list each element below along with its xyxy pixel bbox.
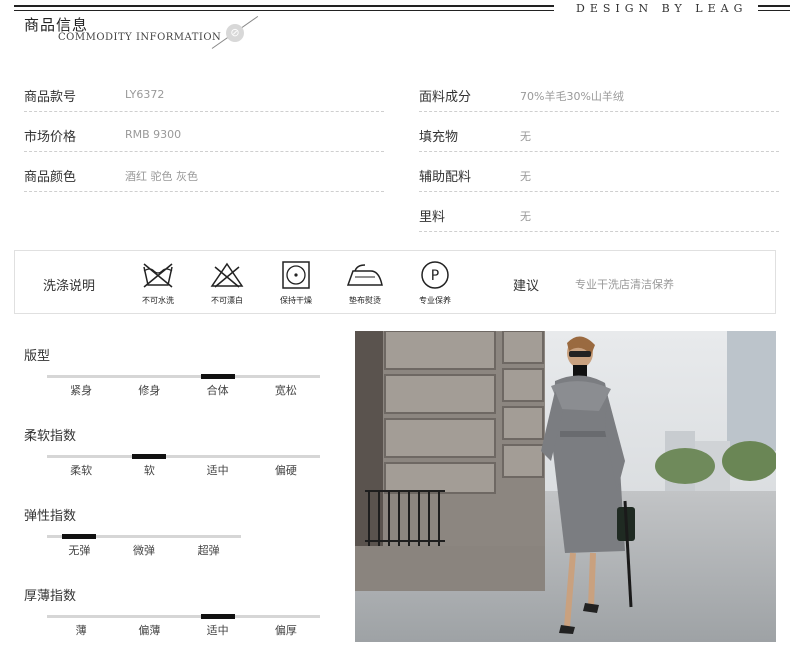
info-value: RMB 9300 xyxy=(125,128,182,141)
scale-option-label: 偏硬 xyxy=(274,464,297,477)
brand-tagline: DESIGN BY LEAG xyxy=(576,2,748,15)
brand-rule-thin xyxy=(758,10,790,11)
info-label: 市场价格 xyxy=(24,130,77,145)
care-item-no-wash: 不可水洗 xyxy=(128,261,188,306)
info-value: 无 xyxy=(520,130,531,143)
header-rule-thin xyxy=(14,10,554,11)
tumble-dry-icon xyxy=(282,261,310,289)
scale-option-label: 偏厚 xyxy=(274,624,297,637)
scale-option-label: 微弹 xyxy=(133,544,155,557)
care-instructions-panel: 洗涤说明 不可水洗 不可漂白 保持干燥 垫布熨烫 P 专业保养 建议 专业干洗店… xyxy=(14,250,776,314)
care-caption: 专业保养 xyxy=(419,296,451,305)
scale-option-label: 偏薄 xyxy=(138,624,161,637)
scale-option-label: 柔软 xyxy=(70,464,93,477)
info-row-price: 市场价格 RMB 9300 xyxy=(24,114,384,152)
care-item-iron: 垫布熨烫 xyxy=(335,261,395,306)
care-item-dry-clean: P 专业保养 xyxy=(405,261,465,306)
scale-option-label: 紧身 xyxy=(70,384,93,397)
scale-selected-marker xyxy=(62,534,97,539)
info-row-style-no: 商品款号 LY6372 xyxy=(24,74,384,112)
info-value: 70%羊毛30%山羊绒 xyxy=(520,90,624,103)
scale-option-label: 软 xyxy=(143,464,155,477)
scale-title: 弹性指数 xyxy=(24,509,77,524)
iron-icon xyxy=(346,264,383,286)
scale-title: 版型 xyxy=(24,349,51,364)
info-row-fabric: 面料成分 70%羊毛30%山羊绒 xyxy=(419,74,779,112)
badge-icon: ⊘ xyxy=(226,24,244,42)
scale-option-label: 超弹 xyxy=(197,544,220,557)
scale-title: 厚薄指数 xyxy=(24,589,77,604)
scale-option-label: 无弹 xyxy=(68,544,91,557)
info-value: 酒红 驼色 灰色 xyxy=(125,170,198,183)
care-item-no-bleach: 不可漂白 xyxy=(197,261,257,306)
no-bleach-icon xyxy=(210,262,244,288)
info-row-colors: 商品颜色 酒红 驼色 灰色 xyxy=(24,154,384,192)
scale-option-label: 薄 xyxy=(75,624,87,637)
info-label: 里料 xyxy=(419,210,446,225)
scale-option-label: 宽松 xyxy=(274,384,297,397)
scale-selected-marker xyxy=(200,614,235,619)
info-value: 无 xyxy=(520,170,531,183)
care-caption: 垫布熨烫 xyxy=(349,296,381,305)
care-label: 洗涤说明 xyxy=(43,279,96,294)
model-photo xyxy=(355,331,776,642)
care-caption: 不可水洗 xyxy=(142,296,174,305)
model-photo-illustration xyxy=(355,331,776,642)
scale-track xyxy=(47,455,320,458)
svg-text:P: P xyxy=(431,268,439,284)
dry-clean-icon: P xyxy=(421,261,449,289)
no-wash-icon xyxy=(143,263,173,288)
info-row-accessories: 辅助配料 无 xyxy=(419,154,779,192)
brand-rule xyxy=(758,5,790,7)
scale-selected-marker xyxy=(132,454,167,459)
care-caption: 保持干燥 xyxy=(280,296,312,305)
info-label: 辅助配料 xyxy=(419,170,472,185)
care-item-dry: 保持干燥 xyxy=(266,261,326,306)
info-label: 填充物 xyxy=(419,130,459,145)
info-label: 面料成分 xyxy=(419,90,472,105)
scale-title: 柔软指数 xyxy=(24,429,77,444)
scale-option-label: 适中 xyxy=(206,624,229,637)
scale-option-label: 适中 xyxy=(206,464,229,477)
info-row-filling: 填充物 无 xyxy=(419,114,779,152)
info-value: LY6372 xyxy=(125,88,165,101)
section-subtitle: COMMODITY INFORMATION xyxy=(58,32,222,43)
scale-track xyxy=(47,615,320,618)
info-label: 商品颜色 xyxy=(24,170,77,185)
advice-label: 建议 xyxy=(513,279,540,294)
scale-option-label: 合体 xyxy=(206,384,229,397)
scale-selected-marker xyxy=(200,374,235,379)
header-rule xyxy=(14,5,554,7)
scale-track xyxy=(47,375,320,378)
info-value: 无 xyxy=(520,210,531,223)
info-row-lining: 里料 无 xyxy=(419,194,779,232)
info-label: 商品款号 xyxy=(24,90,77,105)
care-caption: 不可漂白 xyxy=(211,296,243,305)
scale-option-label: 修身 xyxy=(138,384,161,397)
advice-value: 专业干洗店清洁保养 xyxy=(575,278,674,291)
